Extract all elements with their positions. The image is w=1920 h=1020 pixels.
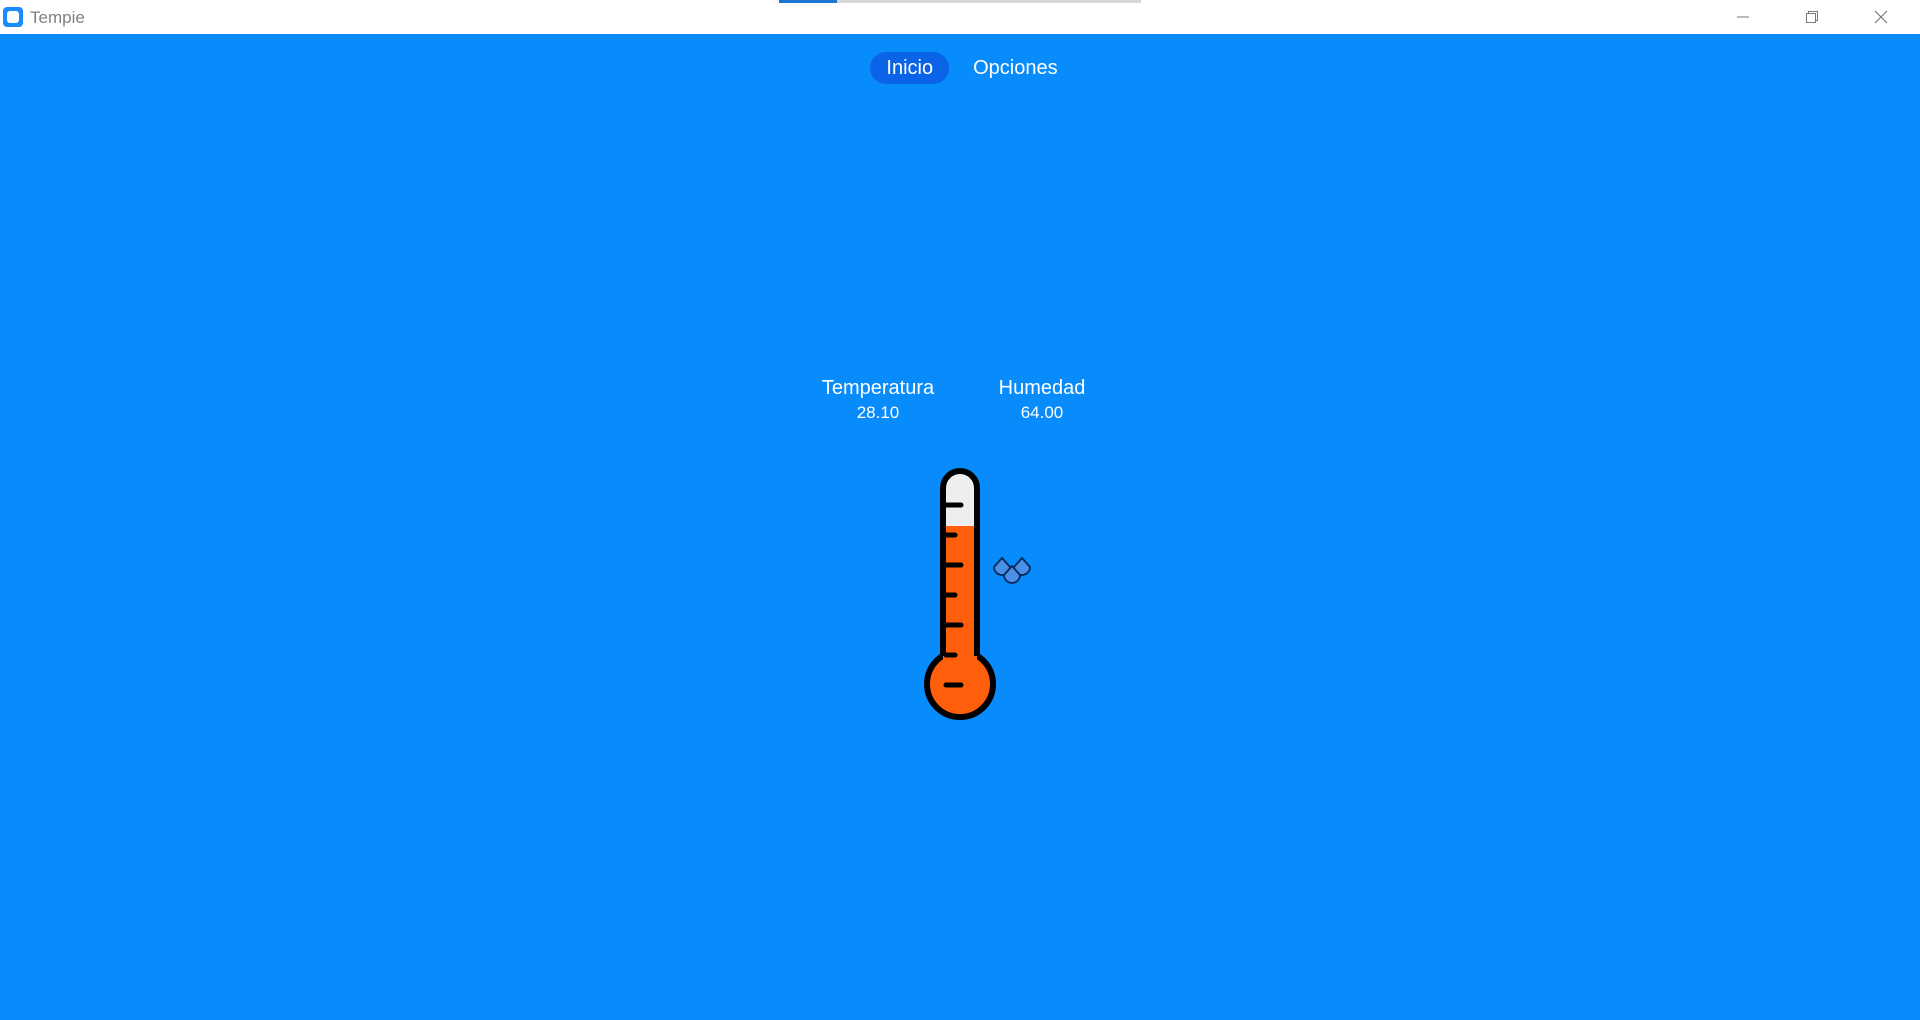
title-bar: Tempie (0, 0, 1920, 34)
restore-icon (1806, 11, 1818, 23)
close-button[interactable] (1847, 0, 1915, 34)
temperature-reading: Temperatura 28.10 (798, 377, 958, 423)
app-icon (3, 7, 23, 27)
minimize-icon (1737, 16, 1749, 18)
main-view: Inicio Opciones Temperatura 28.10 Humeda… (0, 34, 1920, 1020)
tab-inicio[interactable]: Inicio (870, 52, 950, 84)
temperature-label: Temperatura (821, 377, 935, 399)
window-title: Tempie (30, 8, 85, 27)
loading-bar-fill (779, 0, 837, 3)
nav-bar: Inicio Opciones (0, 52, 1920, 86)
minimize-button[interactable] (1709, 0, 1777, 34)
restore-button[interactable] (1778, 0, 1846, 34)
close-icon (1874, 10, 1888, 24)
humidity-value: 64.00 (1020, 403, 1064, 422)
temperature-value: 28.10 (856, 403, 900, 422)
humidity-label: Humedad (998, 377, 1086, 399)
humidity-reading: Humedad 64.00 (962, 377, 1122, 423)
loading-bar (779, 0, 1141, 3)
water-drops-icon (993, 557, 1031, 584)
tab-opciones[interactable]: Opciones (957, 52, 1074, 84)
